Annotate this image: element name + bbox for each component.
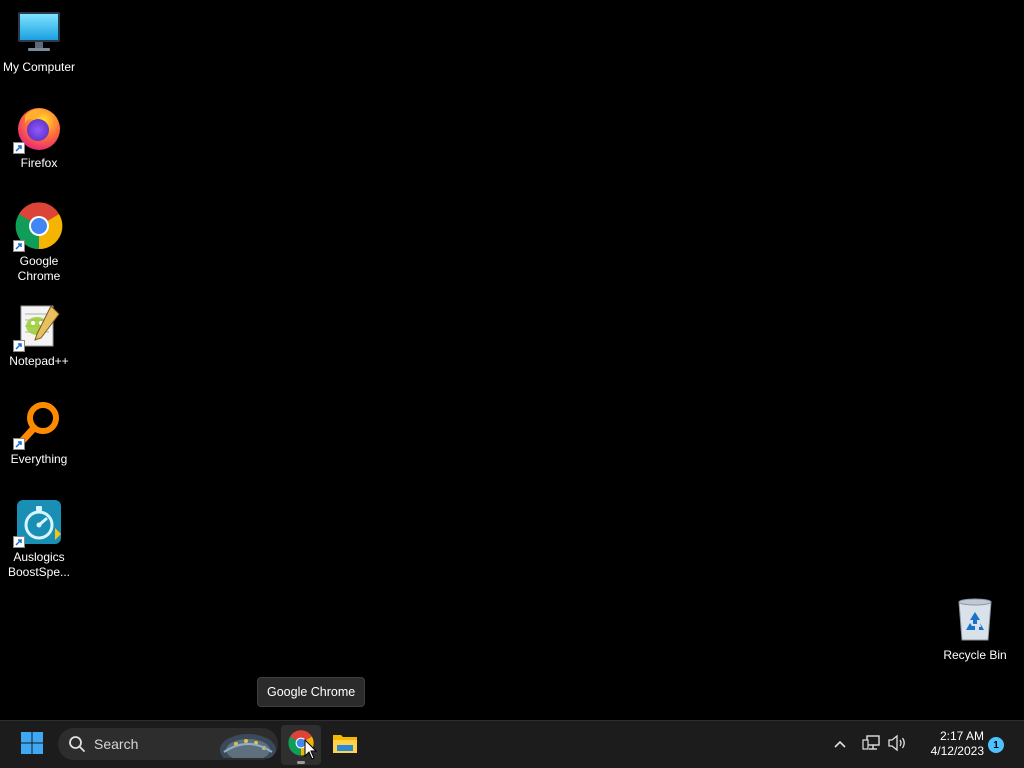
desktop: My Computer Firefox Google Chrome Notepa… xyxy=(0,0,1024,720)
desktop-icon-my-computer[interactable]: My Computer xyxy=(0,8,78,75)
shortcut-arrow-icon xyxy=(13,240,25,252)
tray-clock[interactable]: 2:17 AM 4/12/2023 xyxy=(912,729,984,759)
desktop-icon-auslogics-boostspeed[interactable]: Auslogics BoostSpe... xyxy=(0,498,78,580)
tray-network-button[interactable] xyxy=(860,733,884,757)
desktop-icon-notepadpp[interactable]: Notepad++ xyxy=(0,302,78,369)
taskbar-app-chrome[interactable] xyxy=(281,725,321,765)
notepadpp-icon xyxy=(13,302,63,352)
clock-date: 4/12/2023 xyxy=(930,744,984,758)
shortcut-arrow-icon xyxy=(13,536,25,548)
shortcut-arrow-icon xyxy=(13,142,25,154)
chevron-up-icon xyxy=(833,736,847,754)
monitor-icon xyxy=(15,8,63,56)
taskbar-app-file-explorer[interactable] xyxy=(325,725,365,765)
chrome-icon xyxy=(288,729,314,761)
start-button[interactable] xyxy=(14,727,50,763)
windows-start-icon xyxy=(20,731,44,760)
notification-badge[interactable]: 1 xyxy=(988,737,1004,753)
file-explorer-icon xyxy=(332,731,358,760)
recycle-bin-icon xyxy=(951,596,999,644)
desktop-icon-everything[interactable]: Everything xyxy=(0,400,78,467)
speaker-icon xyxy=(887,734,907,757)
everything-icon xyxy=(13,400,63,450)
tray-volume-button[interactable] xyxy=(885,733,909,757)
desktop-icon-label: Auslogics BoostSpe... xyxy=(7,550,71,579)
desktop-icon-label: Notepad++ xyxy=(9,354,69,368)
tray-overflow-button[interactable] xyxy=(828,733,852,757)
desktop-icon-label: My Computer xyxy=(2,60,76,74)
search-icon xyxy=(68,735,86,753)
desktop-icon-google-chrome[interactable]: Google Chrome xyxy=(0,202,78,284)
desktop-icon-firefox[interactable]: Firefox xyxy=(0,104,78,171)
network-icon xyxy=(862,734,882,757)
taskbar: Search 2:17 AM 4/12/2023 1 xyxy=(0,720,1024,768)
desktop-icon-label: Recycle Bin xyxy=(943,648,1007,662)
taskbar-tooltip: Google Chrome xyxy=(257,677,366,707)
firefox-icon xyxy=(13,104,63,154)
desktop-icon-label: Google Chrome xyxy=(17,254,61,283)
taskbar-search-box[interactable]: Search xyxy=(58,728,278,760)
clock-time: 2:17 AM xyxy=(939,729,984,743)
running-indicator xyxy=(297,761,305,764)
desktop-icon-label: Firefox xyxy=(20,156,58,170)
auslogics-boostspeed-icon xyxy=(13,498,63,548)
search-placeholder: Search xyxy=(94,736,139,752)
shortcut-arrow-icon xyxy=(13,438,25,450)
chrome-icon xyxy=(13,202,63,252)
desktop-icon-label: Everything xyxy=(10,452,68,466)
desktop-icon-recycle-bin[interactable]: Recycle Bin xyxy=(936,596,1014,663)
shortcut-arrow-icon xyxy=(13,340,25,352)
search-highlight-image xyxy=(218,730,276,760)
tooltip-text: Google Chrome xyxy=(267,685,356,699)
